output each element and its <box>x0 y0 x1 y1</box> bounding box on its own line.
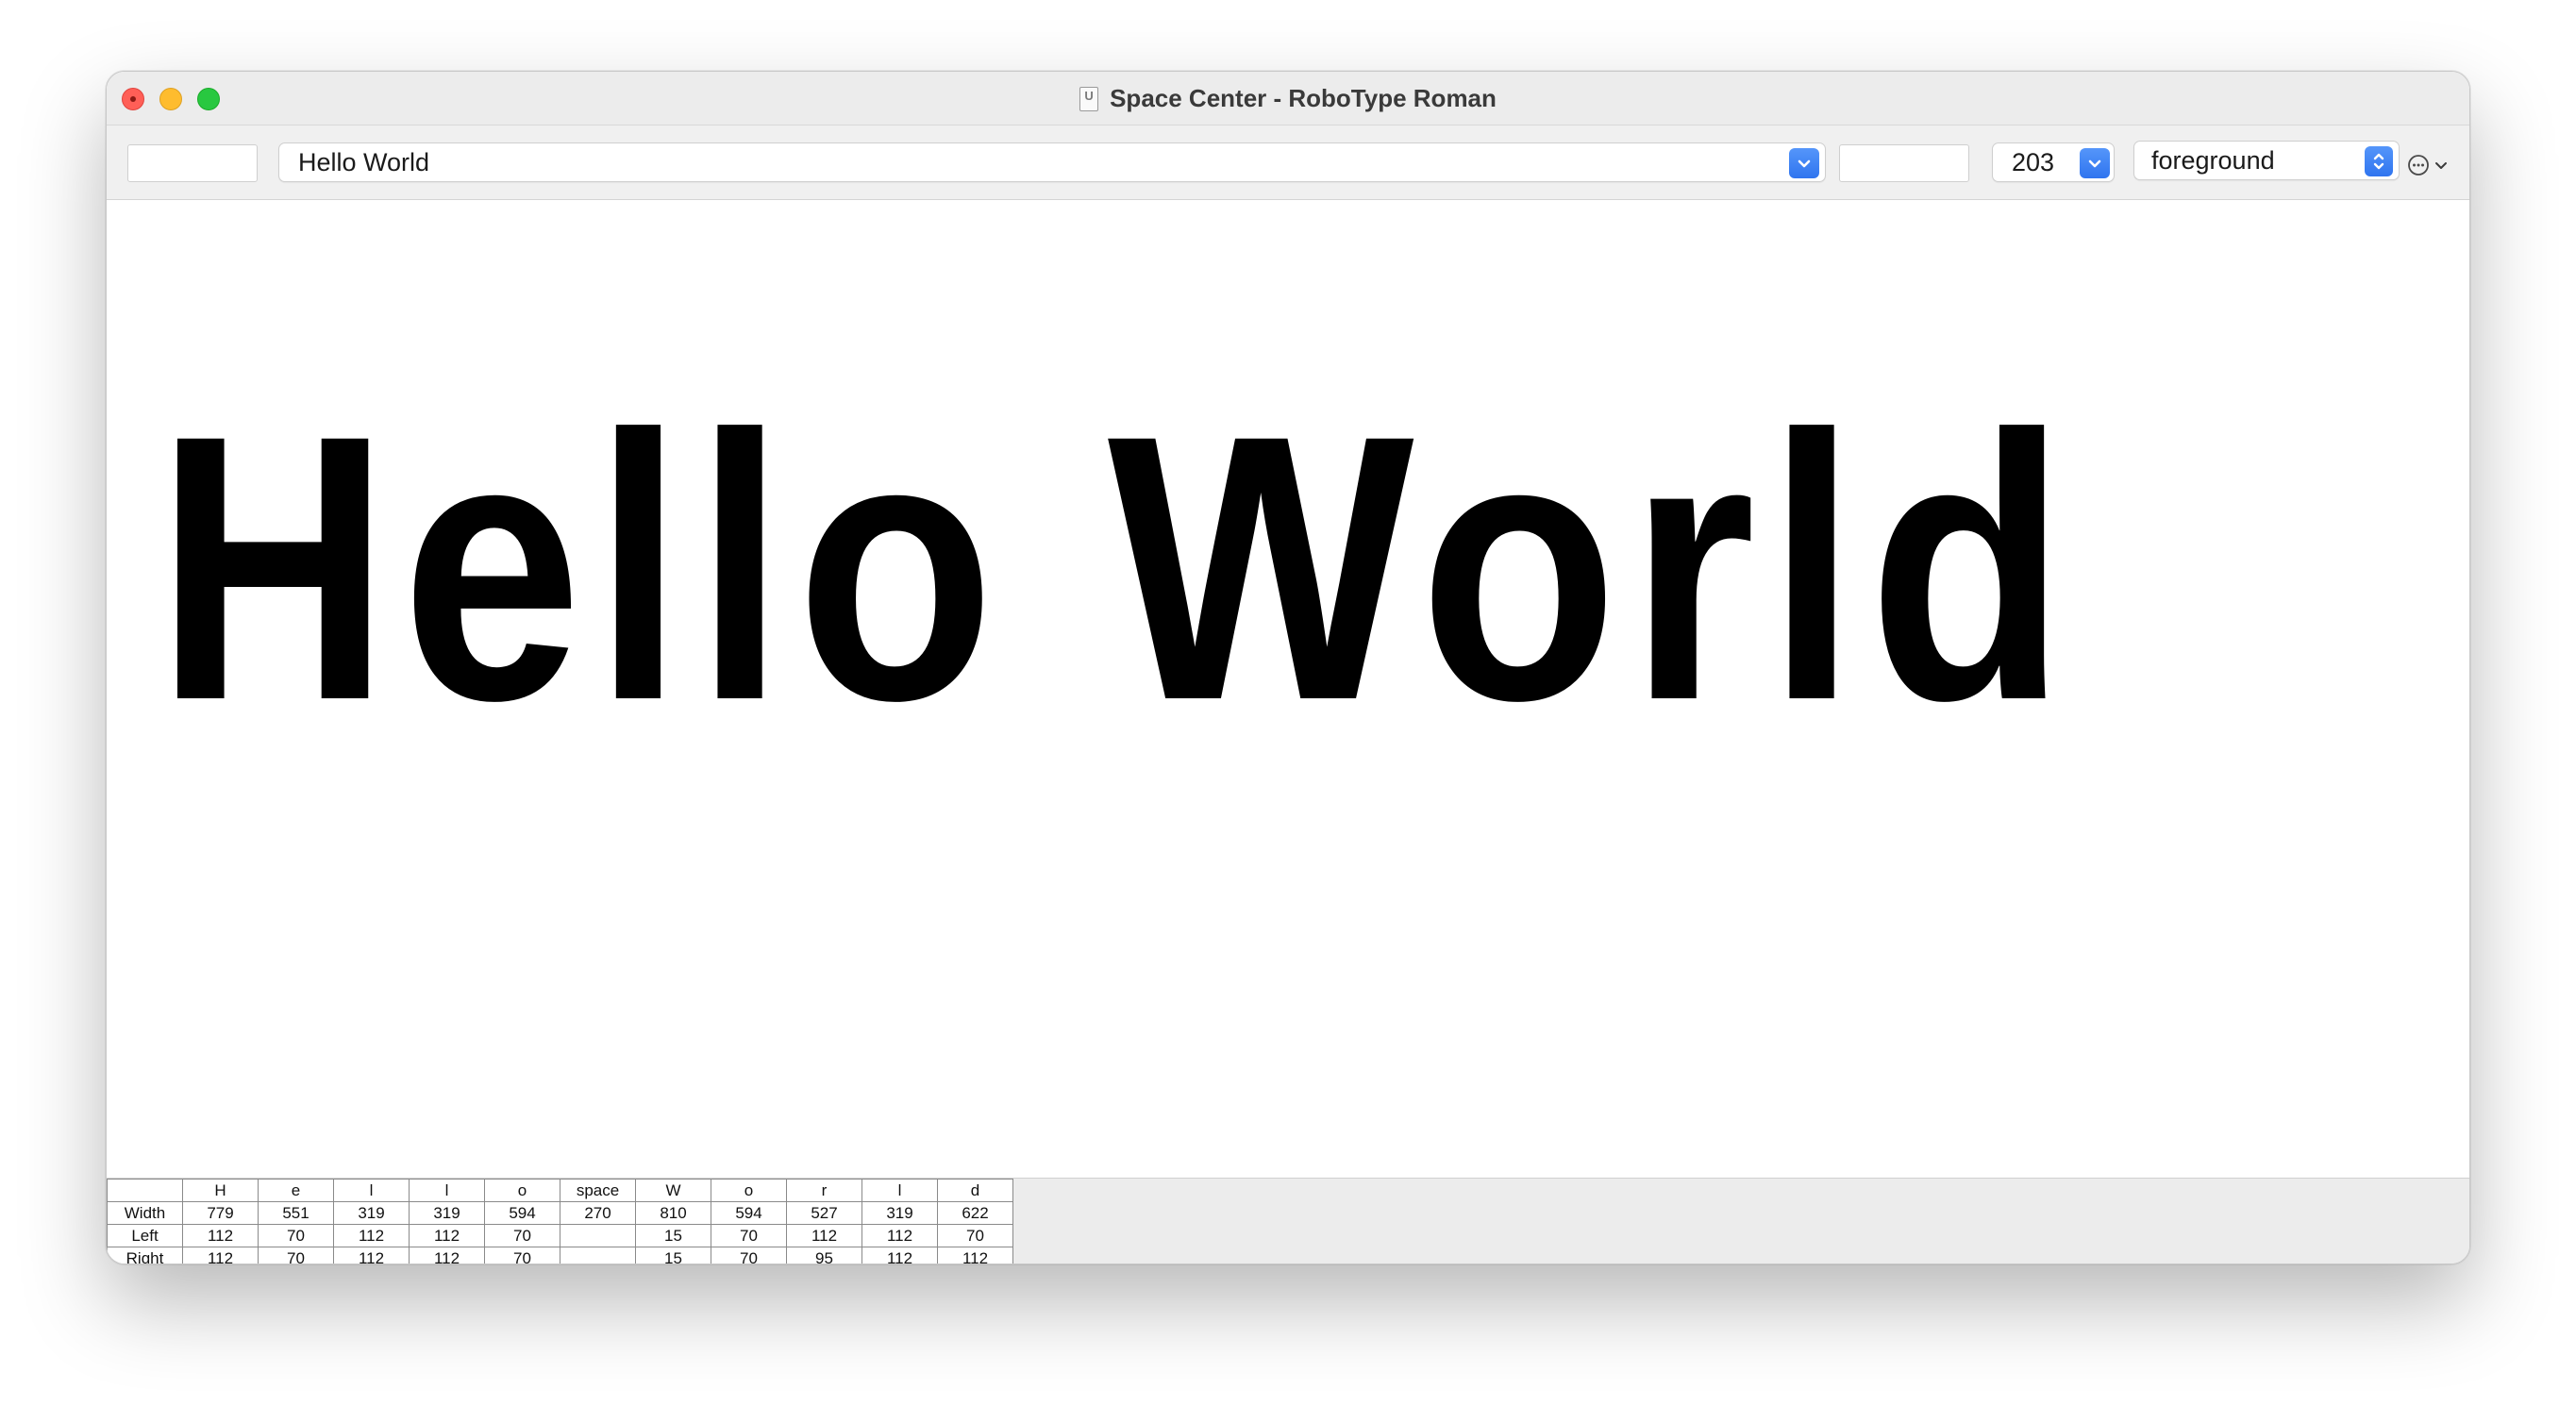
metrics-cell-right[interactable]: 112 <box>861 1247 938 1264</box>
chevron-down-icon[interactable] <box>1789 148 1819 178</box>
metrics-cell-left[interactable]: 70 <box>484 1224 560 1247</box>
metrics-cell-width[interactable]: 810 <box>635 1201 711 1225</box>
metrics-cell-left[interactable] <box>560 1224 636 1247</box>
metrics-glyph-header[interactable]: o <box>484 1179 560 1202</box>
metrics-glyph-header[interactable]: o <box>711 1179 787 1202</box>
ufo-document-icon[interactable] <box>1079 86 1099 111</box>
preview-glyph-line[interactable]: Hello World <box>156 379 2078 757</box>
ellipsis-circle-icon[interactable] <box>2407 154 2430 181</box>
metrics-cell-left[interactable]: 112 <box>333 1224 410 1247</box>
window-title-group: Space Center - RoboType Roman <box>107 72 2469 126</box>
metrics-row-width: Width 779 551 319 319 594 270 810 594 527 319 622 <box>107 1201 1013 1225</box>
metrics-row-label: Right <box>107 1247 183 1264</box>
metrics-glyph-header[interactable]: H <box>182 1179 259 1202</box>
text-combo-value[interactable]: Hello World <box>298 143 429 181</box>
metrics-cell-right[interactable] <box>560 1247 636 1264</box>
metrics-row-left: Left 112 70 112 112 70 15 70 112 112 70 <box>107 1224 1013 1247</box>
metrics-cell-width[interactable]: 319 <box>861 1201 938 1225</box>
metrics-cell-width[interactable]: 779 <box>182 1201 259 1225</box>
title-bar[interactable]: Space Center - RoboType Roman <box>107 72 2469 126</box>
metrics-cell-right[interactable]: 70 <box>258 1247 334 1264</box>
metrics-cell-left[interactable]: 70 <box>711 1224 787 1247</box>
metrics-glyph-header[interactable]: r <box>786 1179 862 1202</box>
size-combo-box[interactable]: 203 <box>1992 142 2115 182</box>
metrics-cell-width[interactable]: 270 <box>560 1201 636 1225</box>
metrics-glyph-header[interactable]: l <box>861 1179 938 1202</box>
toolbar: Hello World 203 foreground <box>107 126 2469 200</box>
metrics-cell-width[interactable]: 622 <box>937 1201 1013 1225</box>
metrics-header-row: He l l o space Wo r l d <box>107 1179 1013 1202</box>
metrics-panel: He l l o space Wo r l d Width 779 551 319 319 594 270 81… <box>107 1178 2469 1264</box>
metrics-glyph-header[interactable]: l <box>409 1179 485 1202</box>
glyph-metrics-table: He l l o space Wo r l d Width 779 551 319 319 594 270 81… <box>107 1179 1013 1264</box>
layer-popup-value[interactable]: foreground <box>2151 142 2275 179</box>
metrics-cell-width[interactable]: 551 <box>258 1201 334 1225</box>
metrics-cell-left[interactable]: 70 <box>258 1224 334 1247</box>
metrics-cell-width[interactable]: 527 <box>786 1201 862 1225</box>
metrics-row-right: Right 112 70 112 112 70 15 70 95 112 112 <box>107 1247 1013 1264</box>
before-text-field[interactable] <box>127 144 258 182</box>
metrics-cell-right[interactable]: 112 <box>333 1247 410 1264</box>
chevron-down-icon[interactable] <box>2434 158 2449 177</box>
metrics-cell-right[interactable]: 70 <box>711 1247 787 1264</box>
text-combo-box[interactable]: Hello World <box>278 142 1826 182</box>
metrics-cell-width[interactable]: 319 <box>409 1201 485 1225</box>
metrics-cell-right[interactable]: 15 <box>635 1247 711 1264</box>
glyph-preview-area[interactable]: Hello World <box>107 200 2469 1178</box>
metrics-cell-left[interactable]: 112 <box>409 1224 485 1247</box>
chevron-down-icon[interactable] <box>2080 148 2110 178</box>
metrics-cell-right[interactable]: 112 <box>182 1247 259 1264</box>
metrics-row-label: Left <box>107 1224 183 1247</box>
metrics-glyph-header[interactable]: l <box>333 1179 410 1202</box>
window-title: Space Center - RoboType Roman <box>1110 84 1497 112</box>
metrics-glyph-header[interactable]: W <box>635 1179 711 1202</box>
metrics-cell-right[interactable]: 112 <box>937 1247 1013 1264</box>
layer-popup-button[interactable]: foreground <box>2133 141 2400 180</box>
metrics-glyph-header[interactable]: space <box>560 1179 636 1202</box>
metrics-cell-right[interactable]: 70 <box>484 1247 560 1264</box>
metrics-row-label: Width <box>107 1201 183 1225</box>
metrics-cell-left[interactable]: 112 <box>786 1224 862 1247</box>
space-center-window: Space Center - RoboType Roman Hello Worl… <box>106 71 2470 1264</box>
options-menu-button[interactable] <box>2407 154 2449 181</box>
metrics-cell-left[interactable]: 112 <box>861 1224 938 1247</box>
up-down-chevron-icon[interactable] <box>2365 146 2393 176</box>
metrics-cell-left[interactable]: 15 <box>635 1224 711 1247</box>
metrics-cell-left[interactable]: 70 <box>937 1224 1013 1247</box>
metrics-cell-right[interactable]: 112 <box>409 1247 485 1264</box>
metrics-cell-width[interactable]: 594 <box>484 1201 560 1225</box>
metrics-cell-width[interactable]: 594 <box>711 1201 787 1225</box>
metrics-cell-right[interactable]: 95 <box>786 1247 862 1264</box>
metrics-corner-cell <box>107 1179 183 1202</box>
size-combo-value[interactable]: 203 <box>2012 143 2054 181</box>
metrics-cell-width[interactable]: 319 <box>333 1201 410 1225</box>
metrics-glyph-header[interactable]: d <box>937 1179 1013 1202</box>
after-text-field[interactable] <box>1839 144 1969 182</box>
metrics-cell-left[interactable]: 112 <box>182 1224 259 1247</box>
metrics-glyph-header[interactable]: e <box>258 1179 334 1202</box>
